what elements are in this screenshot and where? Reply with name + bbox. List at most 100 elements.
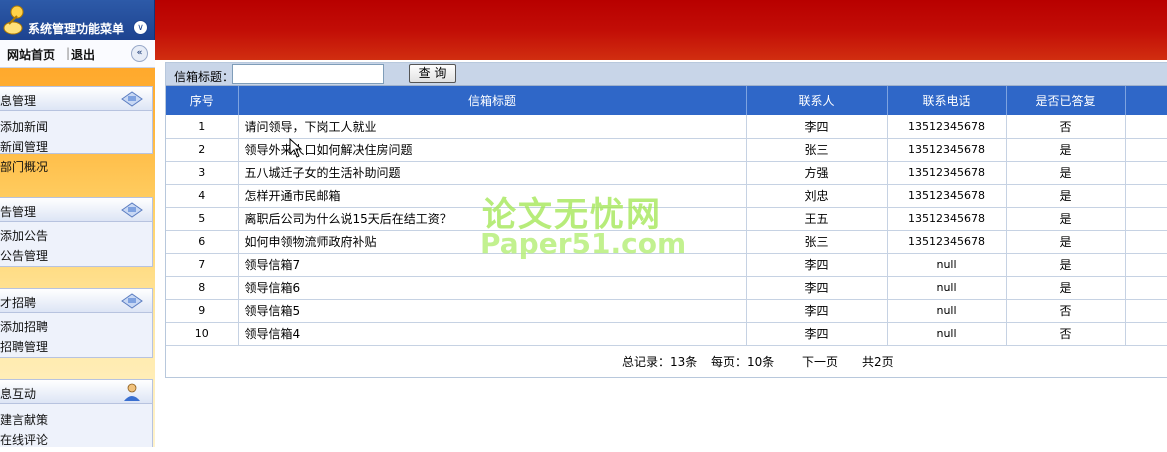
- cell-phone: 13512345678: [887, 230, 1007, 254]
- cell-contact: 李四: [746, 276, 888, 300]
- menu-section-header[interactable]: 才招聘: [0, 289, 152, 313]
- table-row[interactable]: 6 如何申领物流师政府补贴 张三 13512345678 是: [166, 230, 1167, 254]
- pager-page-count: 共2页: [862, 355, 894, 369]
- menu-item-news-manage[interactable]: 新闻管理: [0, 137, 152, 157]
- search-label: 信箱标题：: [174, 70, 235, 84]
- menu-item-department[interactable]: 部门概况: [0, 157, 152, 177]
- menu-section-interact: 息互动 建言献策 在线评论: [0, 379, 153, 447]
- menu-section-title: 息管理: [0, 94, 37, 108]
- cell-title[interactable]: 请问领导，下岗工人就业: [238, 115, 747, 139]
- menu-section-title: 才招聘: [0, 296, 37, 310]
- cell-contact: 李四: [746, 299, 888, 323]
- top-banner: [155, 0, 1167, 60]
- cell-num: 8: [166, 276, 239, 300]
- menu-title: 系统管理功能菜单: [28, 22, 125, 36]
- cell-contact: 方强: [746, 161, 888, 185]
- cell-extra: [1125, 276, 1167, 300]
- search-button[interactable]: 查 询: [409, 64, 456, 83]
- cell-num: 7: [166, 253, 239, 277]
- header-title: 信箱标题: [238, 86, 747, 115]
- menu-header: 系统管理功能菜单 ∨: [0, 0, 155, 40]
- cell-phone: null: [887, 299, 1007, 323]
- menu-section-notice: 告管理 添加公告 公告管理: [0, 197, 153, 267]
- cell-title[interactable]: 五八城迁子女的生活补助问题: [238, 161, 747, 185]
- search-input[interactable]: [232, 64, 384, 84]
- cell-extra: [1125, 253, 1167, 277]
- cell-num: 10: [166, 322, 239, 346]
- menu-section-header[interactable]: 息互动: [0, 380, 152, 404]
- cell-contact: 刘忠: [746, 184, 888, 208]
- menu-section-title: 息互动: [0, 387, 37, 401]
- header-contact: 联系人: [746, 86, 888, 115]
- sidebar: 系统管理功能菜单 ∨ 网站首页 | 退出 « 息管理 添加新闻 新闻管理 部门概…: [0, 0, 155, 447]
- cell-replied: 是: [1006, 230, 1126, 254]
- cell-extra: [1125, 138, 1167, 162]
- cell-title[interactable]: 领导信箱7: [238, 253, 747, 277]
- next-page-link[interactable]: 下一页: [802, 353, 838, 370]
- pager-total: 总记录：13条: [622, 355, 698, 369]
- cell-title[interactable]: 离职后公司为什么说15天后在结工资？: [238, 207, 747, 231]
- chevron-down-icon[interactable]: ∨: [133, 20, 148, 35]
- menu-item-add-news[interactable]: 添加新闻: [0, 117, 152, 137]
- cell-contact: 张三: [746, 138, 888, 162]
- mouse-cursor-icon: [289, 138, 303, 158]
- table-row[interactable]: 2 领导外来人口如何解决住房问题 张三 13512345678 是: [166, 138, 1167, 162]
- cell-phone: 13512345678: [887, 115, 1007, 139]
- cell-title[interactable]: 领导信箱6: [238, 276, 747, 300]
- cell-replied: 是: [1006, 276, 1126, 300]
- home-link[interactable]: 网站首页: [7, 46, 55, 63]
- menu-item-add-recruit[interactable]: 添加招聘: [0, 317, 152, 337]
- cell-replied: 否: [1006, 115, 1126, 139]
- cell-title[interactable]: 领导外来人口如何解决住房问题: [238, 138, 747, 162]
- menu-section-header[interactable]: 告管理: [0, 198, 152, 222]
- table-row[interactable]: 9 领导信箱5 李四 null 否: [166, 299, 1167, 323]
- header-index: 序号: [166, 86, 239, 115]
- table-row[interactable]: 5 离职后公司为什么说15天后在结工资？ 王五 13512345678 是: [166, 207, 1167, 231]
- user-icon: [124, 383, 140, 401]
- logout-link[interactable]: 退出: [71, 46, 95, 63]
- table-row[interactable]: 10 领导信箱4 李四 null 否: [166, 322, 1167, 346]
- main-panel: 信箱标题： 查 询 序号 信箱标题 联系人 联系电话 是否已答复 1 请问领导，下…: [165, 62, 1167, 378]
- cell-num: 1: [166, 115, 239, 139]
- cell-title[interactable]: 如何申领物流师政府补贴: [238, 230, 747, 254]
- cell-contact: 李四: [746, 253, 888, 277]
- menu-item-recruit-manage[interactable]: 招聘管理: [0, 337, 152, 357]
- cell-title[interactable]: 领导信箱4: [238, 322, 747, 346]
- pagination: 总记录：13条 每页：10条 下一页 共2页: [166, 349, 1167, 371]
- table-row[interactable]: 4 怎样开通市民邮箱 刘忠 13512345678 是: [166, 184, 1167, 208]
- table-row[interactable]: 1 请问领导，下岗工人就业 李四 13512345678 否: [166, 115, 1167, 139]
- cell-replied: 是: [1006, 253, 1126, 277]
- table-row[interactable]: 7 领导信箱7 李四 null 是: [166, 253, 1167, 277]
- header-replied: 是否已答复: [1006, 86, 1126, 115]
- cell-num: 5: [166, 207, 239, 231]
- cell-replied: 是: [1006, 184, 1126, 208]
- search-bar: 信箱标题： 查 询: [166, 63, 1167, 86]
- pager-per-page: 每页：10条: [711, 355, 775, 369]
- cell-num: 4: [166, 184, 239, 208]
- menu-item-suggestions[interactable]: 建言献策: [0, 410, 152, 430]
- menu-item-notice-manage[interactable]: 公告管理: [0, 246, 152, 266]
- table-row[interactable]: 8 领导信箱6 李四 null 是: [166, 276, 1167, 300]
- cell-extra: [1125, 299, 1167, 323]
- monitor-icon: [121, 293, 143, 309]
- cell-title[interactable]: 怎样开通市民邮箱: [238, 184, 747, 208]
- header-extra: [1125, 86, 1167, 115]
- cell-phone: 13512345678: [887, 161, 1007, 185]
- cell-phone: null: [887, 253, 1007, 277]
- cell-contact: 张三: [746, 230, 888, 254]
- menu-section-header[interactable]: 息管理: [0, 87, 152, 111]
- quick-links-bar: 网站首页 | 退出 «: [0, 40, 155, 68]
- cell-contact: 李四: [746, 322, 888, 346]
- monitor-icon: [121, 91, 143, 107]
- cell-title[interactable]: 领导信箱5: [238, 299, 747, 323]
- cell-contact: 王五: [746, 207, 888, 231]
- menu-section-info: 息管理 添加新闻 新闻管理 部门概况: [0, 86, 153, 174]
- cell-phone: null: [887, 276, 1007, 300]
- header-phone: 联系电话: [887, 86, 1007, 115]
- table-row[interactable]: 3 五八城迁子女的生活补助问题 方强 13512345678 是: [166, 161, 1167, 185]
- menu-item-comments[interactable]: 在线评论: [0, 430, 152, 450]
- cell-extra: [1125, 115, 1167, 139]
- collapse-sidebar-icon[interactable]: «: [131, 45, 148, 62]
- menu-item-add-notice[interactable]: 添加公告: [0, 226, 152, 246]
- monitor-icon: [121, 202, 143, 218]
